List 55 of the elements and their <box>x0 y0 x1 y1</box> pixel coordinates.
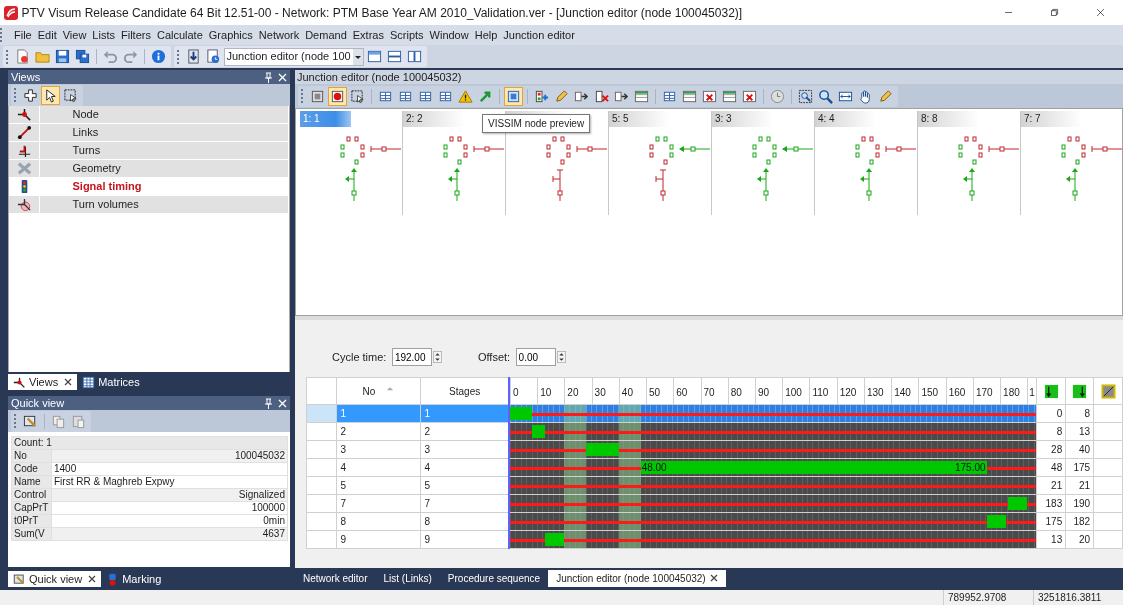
panel-title: Views <box>11 70 41 84</box>
tick-label: 150 <box>918 378 946 404</box>
count-label: Count: 1 <box>11 436 288 450</box>
table-cell: 21 <box>1065 476 1094 495</box>
tick-label: 90 <box>755 378 783 404</box>
table-cell: 40 <box>1065 440 1094 459</box>
table-cell: 8 <box>336 512 421 531</box>
bar-label: 48.00 <box>641 461 667 475</box>
tick-label: 50 <box>646 378 674 404</box>
table-cell: 13 <box>1036 530 1066 549</box>
field-label: Cycle time: <box>332 349 387 365</box>
table-cell: 13 <box>1065 422 1094 441</box>
table-cell: 28 <box>1036 440 1066 459</box>
tick-label: 100 <box>782 378 810 404</box>
table-cell: 183 <box>1036 494 1066 513</box>
tick-label: 30 <box>591 378 619 404</box>
tick-label: 160 <box>945 378 973 404</box>
tick-label: 110 <box>809 378 837 404</box>
tick-label: 40 <box>618 378 647 404</box>
table-cell: 2 <box>336 422 421 441</box>
window-title: PTV Visum Release Candidate 64 Bit 12.51-00 - Network: PTM Base Year AM 2010_Validation.ver - [Junction editor (node 100045032)] <box>21 4 743 22</box>
panel-title: Junction editor (node 100045032) <box>297 71 462 83</box>
table-cell: 175 <box>1036 512 1066 531</box>
table-cell: 21 <box>1036 476 1066 495</box>
tick-label: 130 <box>863 378 892 404</box>
field-label: Offset: <box>477 349 511 365</box>
tick-label: 180 <box>1000 378 1028 404</box>
table-cell: 5 <box>336 476 421 495</box>
table-cell: 0 <box>1036 404 1066 423</box>
table-cell: 3 <box>336 440 421 459</box>
status-text: 3251816.3811 <box>1033 590 1123 605</box>
table-cell: 8 <box>1065 404 1094 423</box>
tick-label: 10 <box>537 378 565 404</box>
tooltip: VISSIM node preview <box>482 114 591 133</box>
bar-label: 175.00 <box>955 461 986 475</box>
tick-label: 1 <box>1027 378 1036 404</box>
table-cell: 8 <box>1036 422 1066 441</box>
table-cell: 182 <box>1065 512 1094 531</box>
table-cell: 175 <box>1065 458 1094 477</box>
tick-label: 20 <box>564 378 592 404</box>
table-cell: 7 <box>336 494 421 513</box>
table-cell: 190 <box>1065 494 1094 513</box>
tick-label: 80 <box>727 378 755 404</box>
tick-label: 70 <box>700 378 728 404</box>
table-cell: 48 <box>1036 458 1066 477</box>
tick-label: 60 <box>673 378 701 404</box>
table-cell: 9 <box>336 530 421 549</box>
table-cell: 20 <box>1065 530 1094 549</box>
table-cell: 4 <box>336 458 421 477</box>
panel-title: Quick view <box>11 396 65 410</box>
tick-label: 120 <box>836 378 864 404</box>
status-text: 789952.9708 <box>943 590 1033 605</box>
tick-label: 0 <box>510 378 538 404</box>
tick-label: 170 <box>972 378 1001 404</box>
tick-label: 140 <box>891 378 919 404</box>
